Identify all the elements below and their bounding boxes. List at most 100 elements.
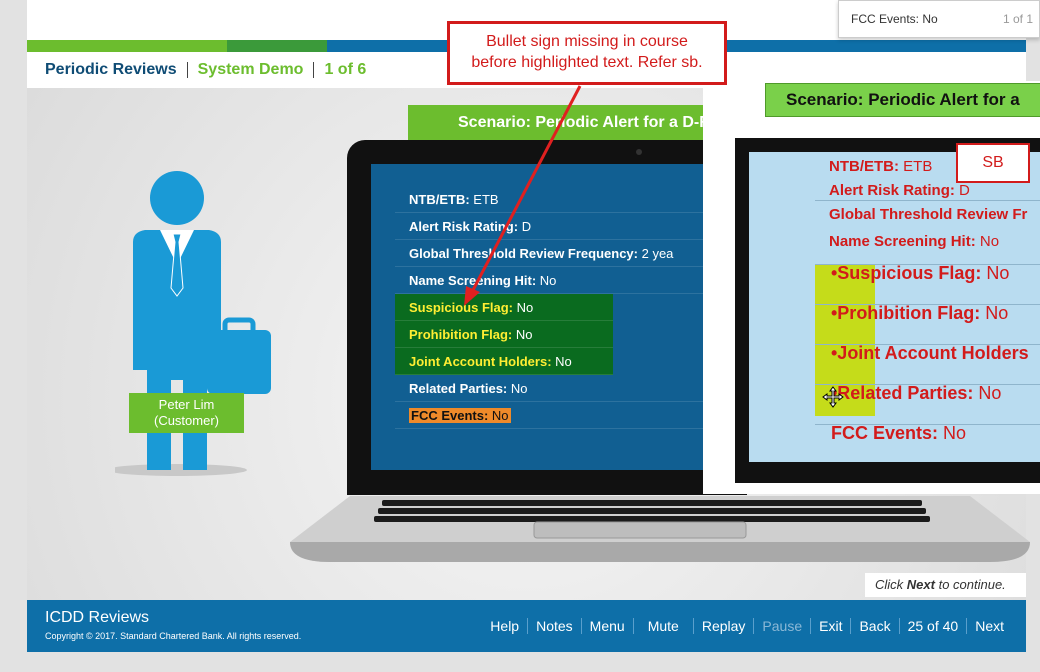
screen-row-joint-holders: Joint Account Holders: No [395, 348, 613, 375]
row-label: Global Threshold Review Frequency: [409, 246, 638, 261]
callout-line1: Bullet sign missing in course [486, 33, 688, 50]
row-label: Suspicious Flag: [409, 300, 514, 315]
move-cursor-icon [822, 386, 844, 408]
row-value: D [954, 182, 970, 199]
row-value: No [938, 423, 967, 443]
row-label: NTB/ETB: [409, 192, 470, 207]
sb-annotation: SB [956, 143, 1030, 183]
continue-next: Next [906, 577, 935, 592]
notes-button[interactable]: Notes [527, 618, 581, 634]
mute-button[interactable]: Mute [632, 618, 693, 634]
reference-row-name-screening: Name Screening Hit: No [829, 233, 999, 250]
breadcrumb-progress: 1 of 6 [324, 61, 367, 78]
back-button[interactable]: Back [850, 618, 898, 634]
row-value: ETB [469, 192, 499, 207]
reference-title-text: Scenario: Periodic Alert for a [786, 90, 1020, 109]
row-label: FCC Events: [831, 423, 939, 443]
breadcrumb-divider [313, 62, 315, 78]
laptop-keyboard-base [290, 496, 1030, 562]
row-label: Alert Risk Rating: [829, 182, 955, 199]
divider [815, 200, 1040, 201]
callout-line2: before highlighted text. Refer sb. [471, 54, 703, 71]
screen-row-fcc-events: FCC Events: No [395, 402, 751, 429]
reference-row-suspicious-flag: •Suspicious Flag: No [831, 263, 1009, 284]
row-label: •Suspicious Flag: [831, 263, 982, 283]
menu-button[interactable]: Menu [580, 618, 633, 634]
comment-tooltip: FCC Events: No 1 of 1 [838, 0, 1040, 38]
laptop-screen: NTB/ETB: ETB Alert Risk Rating: D Global… [371, 164, 751, 470]
footer-bar: ICDD Reviews Copyright © 2017. Standard … [27, 600, 1026, 652]
businessman-icon [115, 171, 271, 476]
footer-brand: ICDD Reviews [45, 609, 150, 626]
customer-role: (Customer) [153, 413, 219, 428]
row-label: •Prohibition Flag: [831, 303, 981, 323]
continue-prefix: Click [875, 577, 907, 592]
pause-button[interactable]: Pause [753, 618, 810, 634]
row-value: 2 yea [638, 246, 674, 261]
reference-scenario-title: Scenario: Periodic Alert for a [765, 83, 1040, 117]
row-value: No [981, 263, 1010, 283]
row-value: No [488, 408, 509, 423]
breadcrumb: Periodic Reviews System Demo 1 of 6 [45, 61, 366, 79]
row-label: Prohibition Flag: [409, 327, 513, 342]
row-value: ETB [899, 158, 933, 175]
row-value: No [512, 327, 533, 342]
page-counter: 25 of 40 [898, 618, 967, 634]
row-value: No [551, 354, 572, 369]
breadcrumb-module: System Demo [197, 61, 304, 78]
reference-row-review-frequency: Global Threshold Review Fr [829, 206, 1027, 223]
row-label: Related Parties: [409, 381, 508, 396]
next-button[interactable]: Next [966, 618, 1012, 634]
row-label: •Joint Account Holders [831, 343, 1029, 363]
reference-row-ntb: NTB/ETB: ETB [829, 158, 932, 175]
laptop-lid: NTB/ETB: ETB Alert Risk Rating: D Global… [347, 140, 751, 495]
reference-row-joint-holders: •Joint Account Holders [831, 343, 1029, 364]
tooltip-page: 1 of 1 [1002, 12, 1033, 26]
row-label: Joint Account Holders: [409, 354, 552, 369]
customer-caption: Peter Lim (Customer) [129, 393, 244, 433]
color-bar-segment [27, 40, 227, 52]
row-value: No [980, 303, 1009, 323]
row-label: NTB/ETB: [829, 158, 899, 175]
row-value: D [518, 219, 532, 234]
screen-row-suspicious-flag: Suspicious Flag: No [395, 294, 613, 321]
row-label: Global Threshold Review Fr [829, 206, 1028, 223]
screen-row-ntb: NTB/ETB: ETB [395, 186, 751, 213]
footer-copyright: Copyright © 2017. Standard Chartered Ban… [45, 631, 302, 641]
screen-row-review-frequency: Global Threshold Review Frequency: 2 yea [395, 240, 751, 267]
laptop-camera [636, 149, 642, 155]
row-label: Alert Risk Rating: [409, 219, 519, 234]
screen-row-related-parties: Related Parties: No [395, 375, 751, 402]
scenario-title: Scenario: Periodic Alert for a D-R [408, 105, 708, 140]
row-value: No [536, 273, 557, 288]
customer-name: Peter Lim [158, 397, 215, 412]
screen: Periodic Reviews System Demo 1 of 6 Pete… [0, 0, 1040, 672]
reference-screenshot: Scenario: Periodic Alert for a NTB/ETB: … [703, 81, 1040, 494]
tooltip-label: FCC Events: No [851, 12, 938, 26]
color-bar-segment [227, 40, 327, 52]
row-value: No [975, 233, 1000, 250]
help-button[interactable]: Help [482, 618, 527, 634]
exit-button[interactable]: Exit [810, 618, 850, 634]
footer-navigation: Help Notes Menu Mute Replay Pause Exit B… [482, 618, 1012, 634]
row-label: Name Screening Hit: [829, 233, 976, 250]
row-value: No [973, 383, 1002, 403]
row-value: No [513, 300, 534, 315]
screen-row-name-screening: Name Screening Hit: No [395, 267, 751, 294]
scenario-title-text: Scenario: Periodic Alert for a D-R [458, 114, 708, 131]
row-label: FCC Events: [411, 408, 489, 423]
reference-row-fcc-events: FCC Events: No [831, 423, 966, 444]
breadcrumb-course: Periodic Reviews [45, 61, 177, 78]
row-label: •Related Parties: [831, 383, 974, 403]
reference-row-prohibition-flag: •Prohibition Flag: No [831, 303, 1008, 324]
replay-button[interactable]: Replay [692, 618, 754, 634]
reference-row-risk-rating: Alert Risk Rating: D [829, 182, 970, 199]
fcc-highlight: FCC Events: No [409, 408, 511, 423]
breadcrumb-divider [186, 62, 188, 78]
reference-row-related-parties: •Related Parties: No [831, 383, 1001, 404]
continue-hint: Click Next to continue. [865, 573, 1026, 597]
screen-row-prohibition-flag: Prohibition Flag: No [395, 321, 613, 348]
row-value: No [507, 381, 528, 396]
row-label: Name Screening Hit: [409, 273, 537, 288]
review-callout: Bullet sign missing in course before hig… [447, 21, 727, 85]
